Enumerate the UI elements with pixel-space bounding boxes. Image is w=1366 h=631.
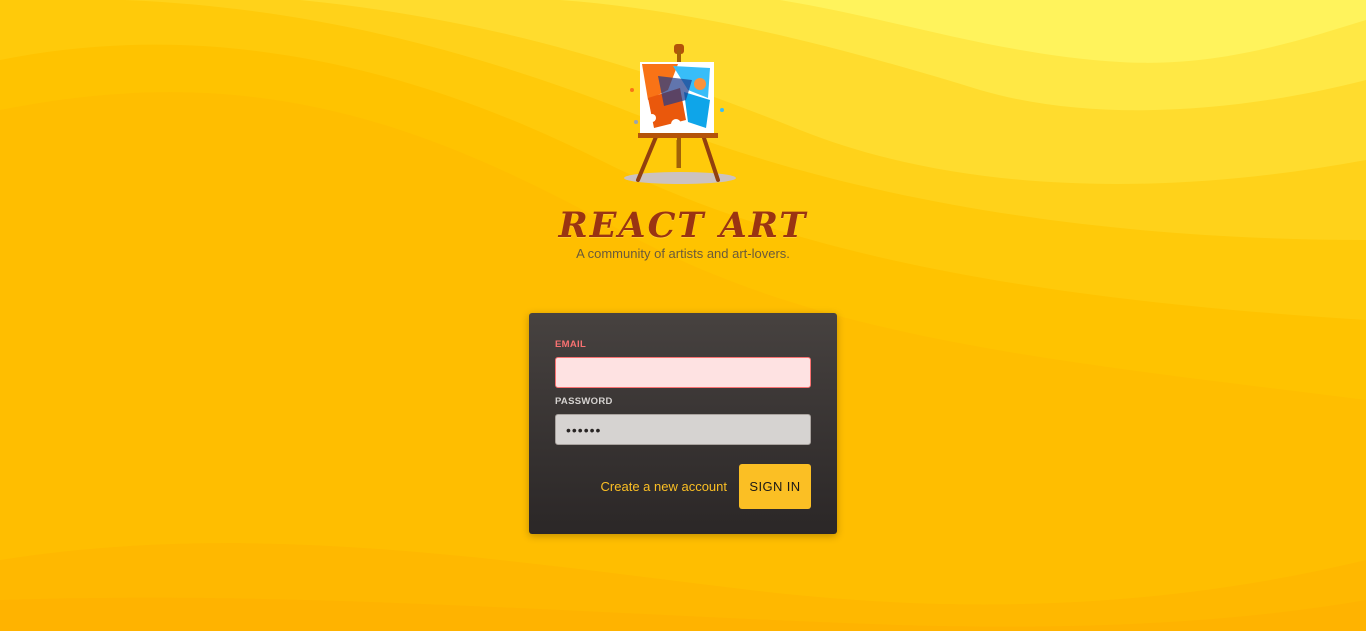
form-actions: Create a new account SIGN IN <box>601 464 811 509</box>
easel-painting-icon <box>618 40 748 190</box>
app-title: REACT ART <box>558 205 808 246</box>
email-field[interactable] <box>555 357 811 388</box>
app-subtitle: A community of artists and art-lovers. <box>576 246 790 261</box>
sign-in-button[interactable]: SIGN IN <box>739 464 811 509</box>
sign-in-form: EMAIL PASSWORD Create a new account SIGN… <box>529 313 837 534</box>
password-label: PASSWORD <box>555 396 613 407</box>
email-label: EMAIL <box>555 339 587 350</box>
password-field[interactable] <box>555 414 811 445</box>
create-account-link[interactable]: Create a new account <box>601 479 727 494</box>
